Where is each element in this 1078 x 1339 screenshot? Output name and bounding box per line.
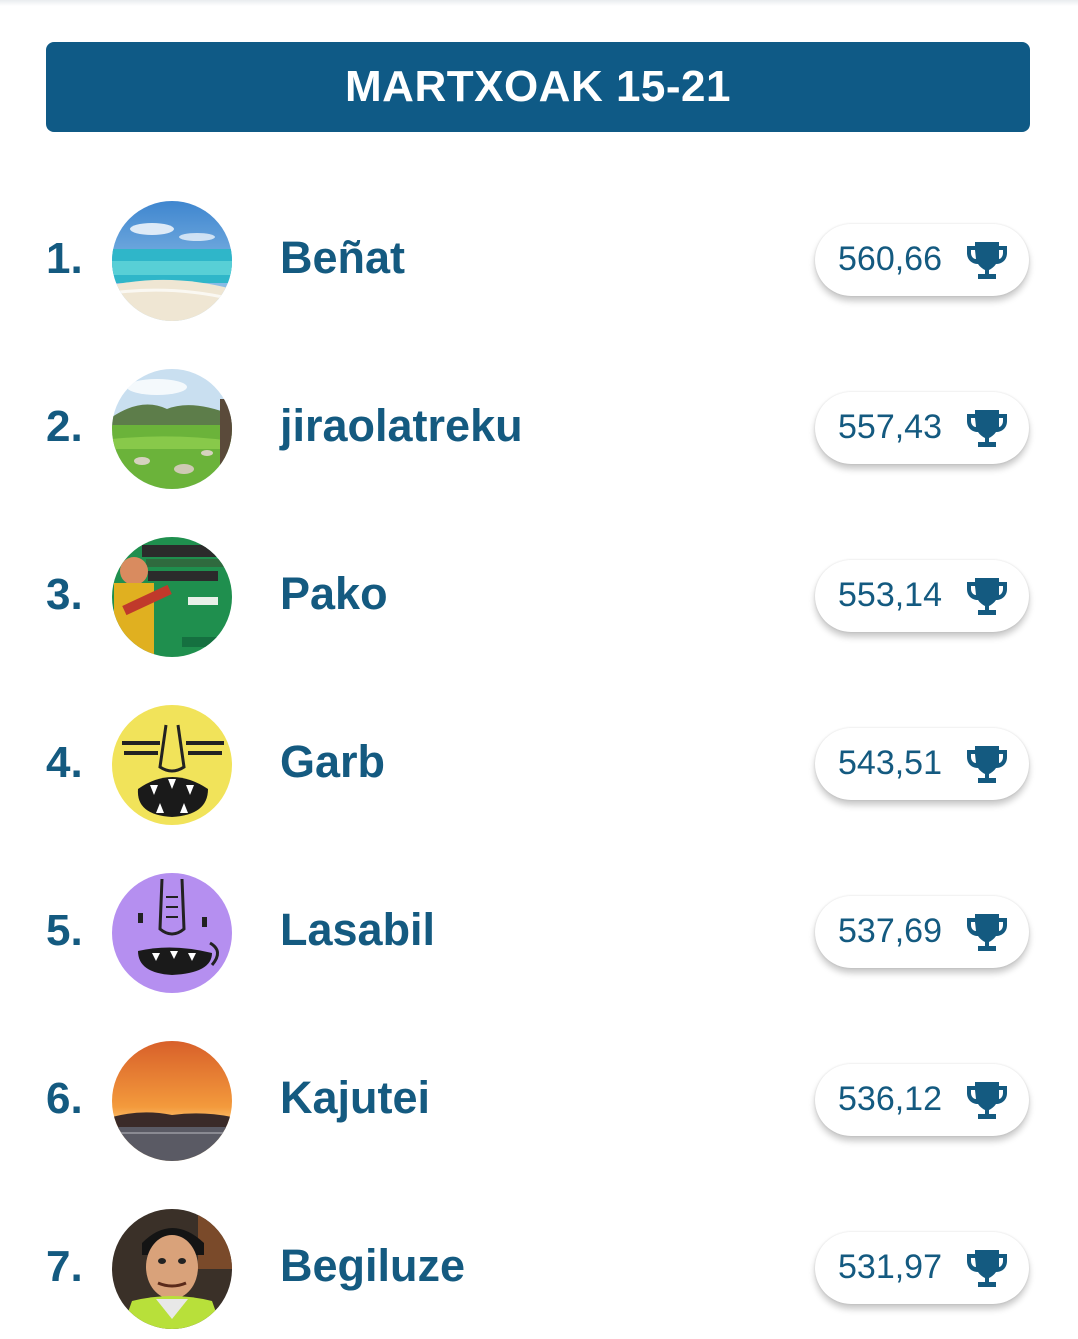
avatar-purple-face-image [112, 873, 232, 993]
username[interactable]: Kajutei [280, 1072, 430, 1124]
rank-number: 4. [46, 738, 83, 787]
rank-number: 2. [46, 402, 83, 451]
avatar[interactable] [112, 537, 232, 657]
score-badge: 536,12 [815, 1064, 1029, 1136]
avatar-beach-image [112, 201, 232, 321]
week-title: MARTXOAK 15-21 [345, 62, 731, 111]
score-value: 536,12 [838, 1080, 942, 1118]
trophy-icon [965, 239, 1009, 281]
score-badge: 557,43 [815, 392, 1029, 464]
avatar-portrait-image [112, 1209, 232, 1329]
avatar[interactable] [112, 1041, 232, 1161]
leaderboard-row[interactable]: 6. Kajutei 536,12 [0, 1036, 1078, 1166]
username[interactable]: Beñat [280, 232, 405, 284]
avatar-yellow-face-image [112, 705, 232, 825]
score-badge: 531,97 [815, 1232, 1029, 1304]
score-badge: 543,51 [815, 728, 1029, 800]
score-value: 557,43 [838, 408, 942, 446]
leaderboard-row[interactable]: 5. Lasabil 537,69 [0, 868, 1078, 998]
week-header: MARTXOAK 15-21 [46, 42, 1030, 132]
score-value: 537,69 [838, 912, 942, 950]
avatar[interactable] [112, 873, 232, 993]
avatar-sunset-image [112, 1041, 232, 1161]
avatar[interactable] [112, 1209, 232, 1329]
rank-number: 7. [46, 1242, 83, 1291]
username[interactable]: Lasabil [280, 904, 435, 956]
rank-number: 1. [46, 234, 83, 283]
score-value: 531,97 [838, 1248, 942, 1286]
username[interactable]: jiraolatreku [280, 400, 523, 452]
top-edge-shadow [0, 0, 1078, 6]
score-value: 553,14 [838, 576, 942, 614]
score-badge: 560,66 [815, 224, 1029, 296]
avatar[interactable] [112, 201, 232, 321]
trophy-icon [965, 575, 1009, 617]
avatar[interactable] [112, 705, 232, 825]
score-badge: 537,69 [815, 896, 1029, 968]
leaderboard-row[interactable]: 4. Garb 543,51 [0, 700, 1078, 830]
trophy-icon [965, 407, 1009, 449]
score-badge: 553,14 [815, 560, 1029, 632]
score-value: 560,66 [838, 240, 942, 278]
trophy-icon [965, 743, 1009, 785]
leaderboard-row[interactable]: 2. jiraolatreku 557,43 [0, 364, 1078, 494]
username[interactable]: Begiluze [280, 1240, 465, 1292]
avatar-meadow-image [112, 369, 232, 489]
trophy-icon [965, 1079, 1009, 1121]
rank-number: 3. [46, 570, 83, 619]
avatar-poster-image [112, 537, 232, 657]
rank-number: 5. [46, 906, 83, 955]
trophy-icon [965, 911, 1009, 953]
leaderboard-row[interactable]: 1. Beñat 560,66 [0, 196, 1078, 326]
rank-number: 6. [46, 1074, 83, 1123]
leaderboard-row[interactable]: 3. Pako 553,14 [0, 532, 1078, 662]
trophy-icon [965, 1247, 1009, 1289]
leaderboard-row[interactable]: 7. Begiluze 531,97 [0, 1204, 1078, 1334]
avatar[interactable] [112, 369, 232, 489]
username[interactable]: Garb [280, 736, 385, 788]
username[interactable]: Pako [280, 568, 388, 620]
score-value: 543,51 [838, 744, 942, 782]
